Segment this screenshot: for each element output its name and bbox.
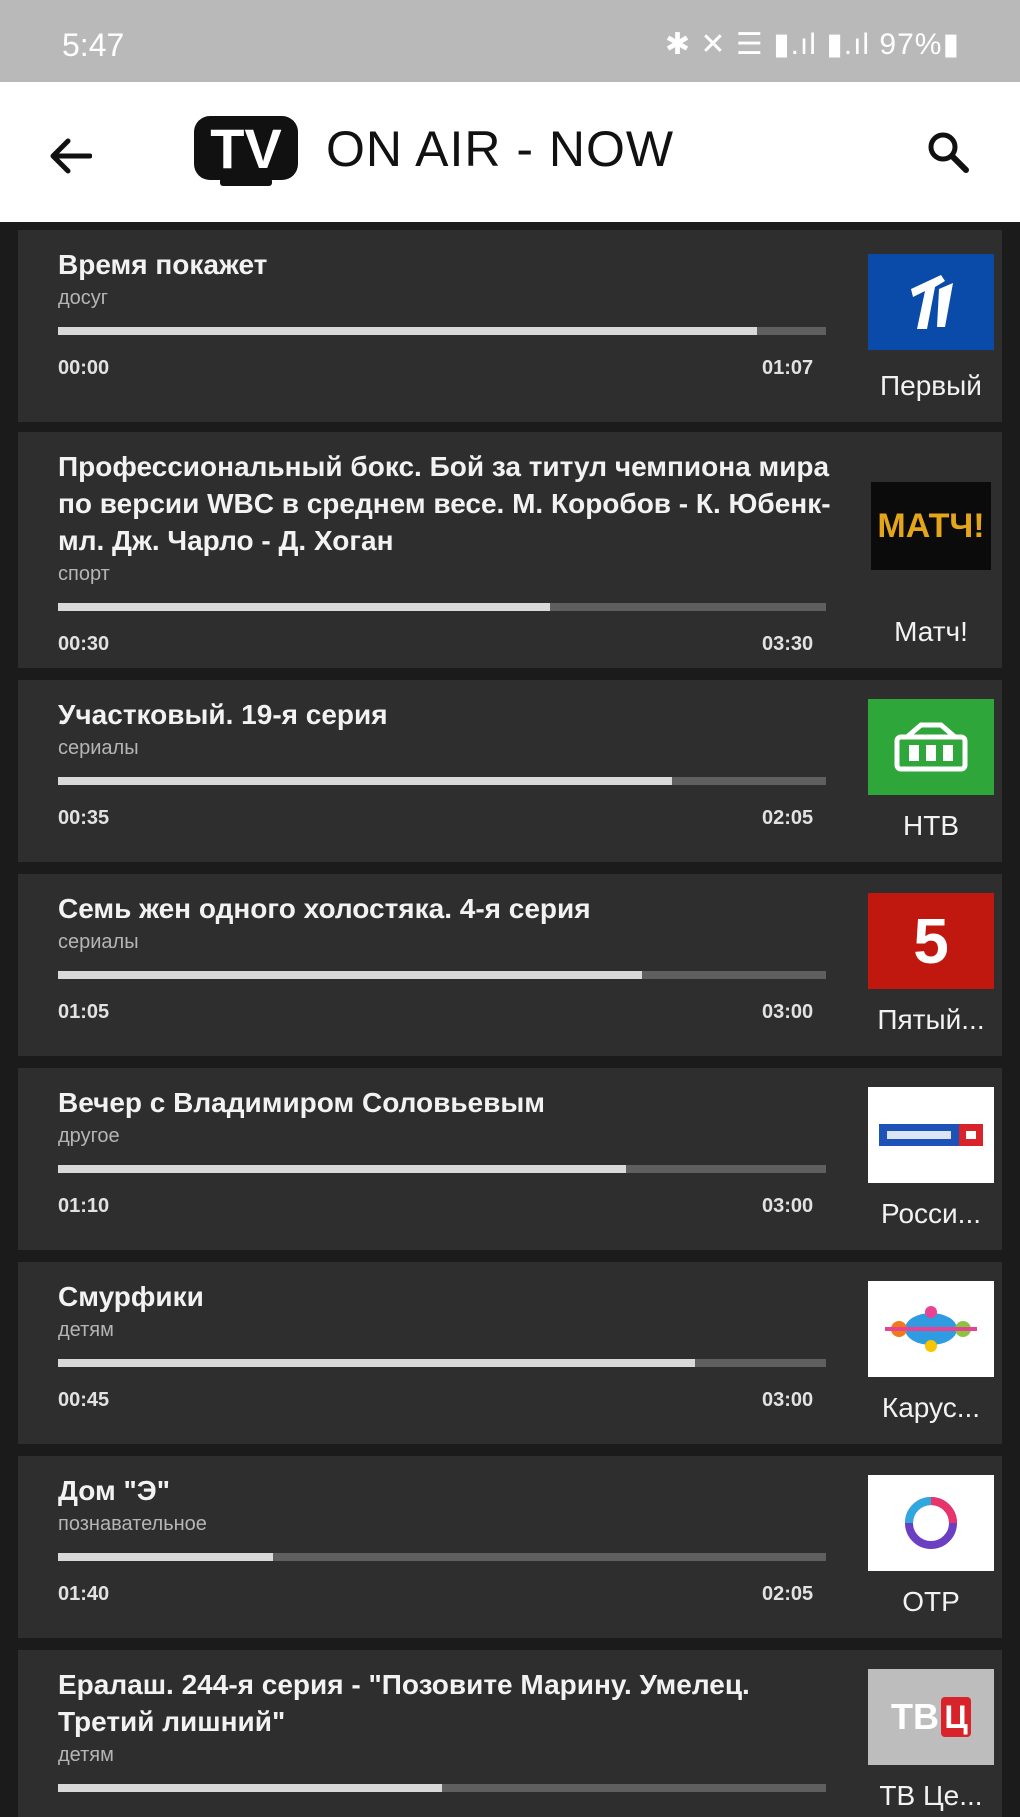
program-genre: спорт (58, 563, 110, 585)
arrow-left-icon (50, 138, 92, 174)
program-genre: другое (58, 1125, 120, 1147)
channel-logo[interactable] (868, 254, 994, 350)
app-title: ON AIR - NOW (326, 121, 675, 177)
start-time: 00:35 (58, 807, 110, 829)
program-card[interactable]: Дом "Э" познавательное 01:40 02:05 ОТР (18, 1456, 1002, 1638)
start-time: 01:40 (58, 1583, 110, 1605)
program-title: Семь жен одного холостяка. 4-я серия (58, 893, 591, 924)
program-card[interactable]: Участковый. 19-я серия сериалы 00:35 02:05 Н… (18, 680, 1002, 862)
program-title: Время покажет (58, 249, 268, 280)
program-genre: сериалы (58, 931, 139, 953)
channel-logo[interactable] (868, 1281, 994, 1377)
status-time: 5:47 (62, 27, 125, 63)
start-time: 01:10 (58, 1195, 110, 1217)
channel-logo[interactable] (868, 1087, 994, 1183)
channel-logo[interactable] (868, 1475, 994, 1571)
program-card[interactable]: Семь жен одного холостяка. 4-я серия сери… (18, 874, 1002, 1056)
end-time: 03:30 (762, 633, 814, 655)
channel-name: Первый (880, 370, 982, 401)
progress-fill (58, 1359, 696, 1367)
program-title: Ералаш. 244-я серия - "Позовите Марину. … (58, 1669, 750, 1737)
search-icon (928, 132, 969, 173)
progress-fill (58, 1553, 274, 1561)
progress-fill (58, 327, 757, 335)
channel-name: ТВ Це... (879, 1780, 983, 1811)
end-time: 03:00 (762, 1389, 814, 1411)
start-time: 01:05 (58, 1001, 110, 1023)
program-genre: познавательное (58, 1513, 207, 1535)
end-time: 02:05 (762, 807, 814, 829)
program-card[interactable]: Ералаш. 244-я серия - "Позовите Марину. … (18, 1650, 1002, 1817)
channel-name: Карус... (881, 1392, 981, 1423)
back-button[interactable] (40, 126, 100, 186)
start-time: 00:45 (58, 1389, 110, 1411)
program-list[interactable]: Время покажет досуг 00:00 01:07 Первый Профес… (0, 222, 1020, 1817)
program-title: Смурфики (58, 1281, 204, 1312)
progress-track (58, 777, 826, 785)
program-card[interactable]: Время покажет досуг 00:00 01:07 Первый (18, 230, 1002, 422)
program-genre: досуг (58, 287, 109, 309)
program-title: Участковый. 19-я серия (58, 699, 388, 730)
program-card[interactable]: Вечер с Владимиром Соловьевым другое 01:10… (18, 1068, 1002, 1250)
program-title: Вечер с Владимиром Соловьевым (58, 1087, 545, 1118)
program-genre: детям (58, 1744, 114, 1766)
channel-logo[interactable]: ТВ Ц (868, 1669, 994, 1765)
program-genre: детям (58, 1319, 114, 1341)
tv-logo: TV (192, 110, 300, 190)
program-title: Дом "Э" (58, 1475, 170, 1506)
tv-logo-text: TV (210, 117, 282, 180)
start-time: 00:00 (58, 357, 110, 379)
end-time: 03:00 (762, 1195, 814, 1217)
progress-track (58, 327, 826, 335)
progress-track (58, 1359, 826, 1367)
program-card[interactable]: Смурфики детям 00:45 03:00 Карус... (18, 1262, 1002, 1444)
progress-fill (58, 1165, 627, 1173)
search-button[interactable] (916, 120, 980, 184)
end-time: 01:07 (762, 357, 814, 379)
progress-track (58, 971, 826, 979)
channel-name: Пятый... (877, 1004, 985, 1035)
progress-fill (58, 971, 642, 979)
progress-track (58, 1553, 826, 1561)
progress-fill (58, 777, 673, 785)
progress-fill (58, 1784, 442, 1792)
start-time: 00:30 (58, 633, 110, 655)
end-time: 03:00 (762, 1001, 814, 1023)
end-time: 02:05 (762, 1583, 814, 1605)
channel-name: НТВ (903, 810, 959, 841)
channel-logo[interactable]: 5 (868, 893, 994, 989)
app-bar: TV ON AIR - NOW (0, 82, 1020, 222)
channel-name: ОТР (902, 1586, 960, 1617)
status-indicators: ✱ ✕ ☰ ▮.ıl ▮.ıl 97%▮ (664, 28, 960, 61)
progress-fill (58, 603, 550, 611)
program-title: Профессиональный бокс. Бой за титул чемп… (58, 451, 831, 556)
progress-track (58, 603, 826, 611)
channel-logo[interactable] (868, 699, 994, 795)
channel-logo[interactable]: МАТЧ! (868, 478, 994, 574)
channel-name: Росси... (881, 1198, 981, 1229)
program-genre: сериалы (58, 737, 139, 759)
status-bar: 5:47 ✱ ✕ ☰ ▮.ıl ▮.ıl 97%▮ (0, 0, 1020, 82)
program-card[interactable]: Профессиональный бокс. Бой за титул чемп… (18, 432, 1002, 668)
channel-name: Матч! (894, 616, 968, 647)
progress-track (58, 1784, 826, 1792)
progress-track (58, 1165, 826, 1173)
